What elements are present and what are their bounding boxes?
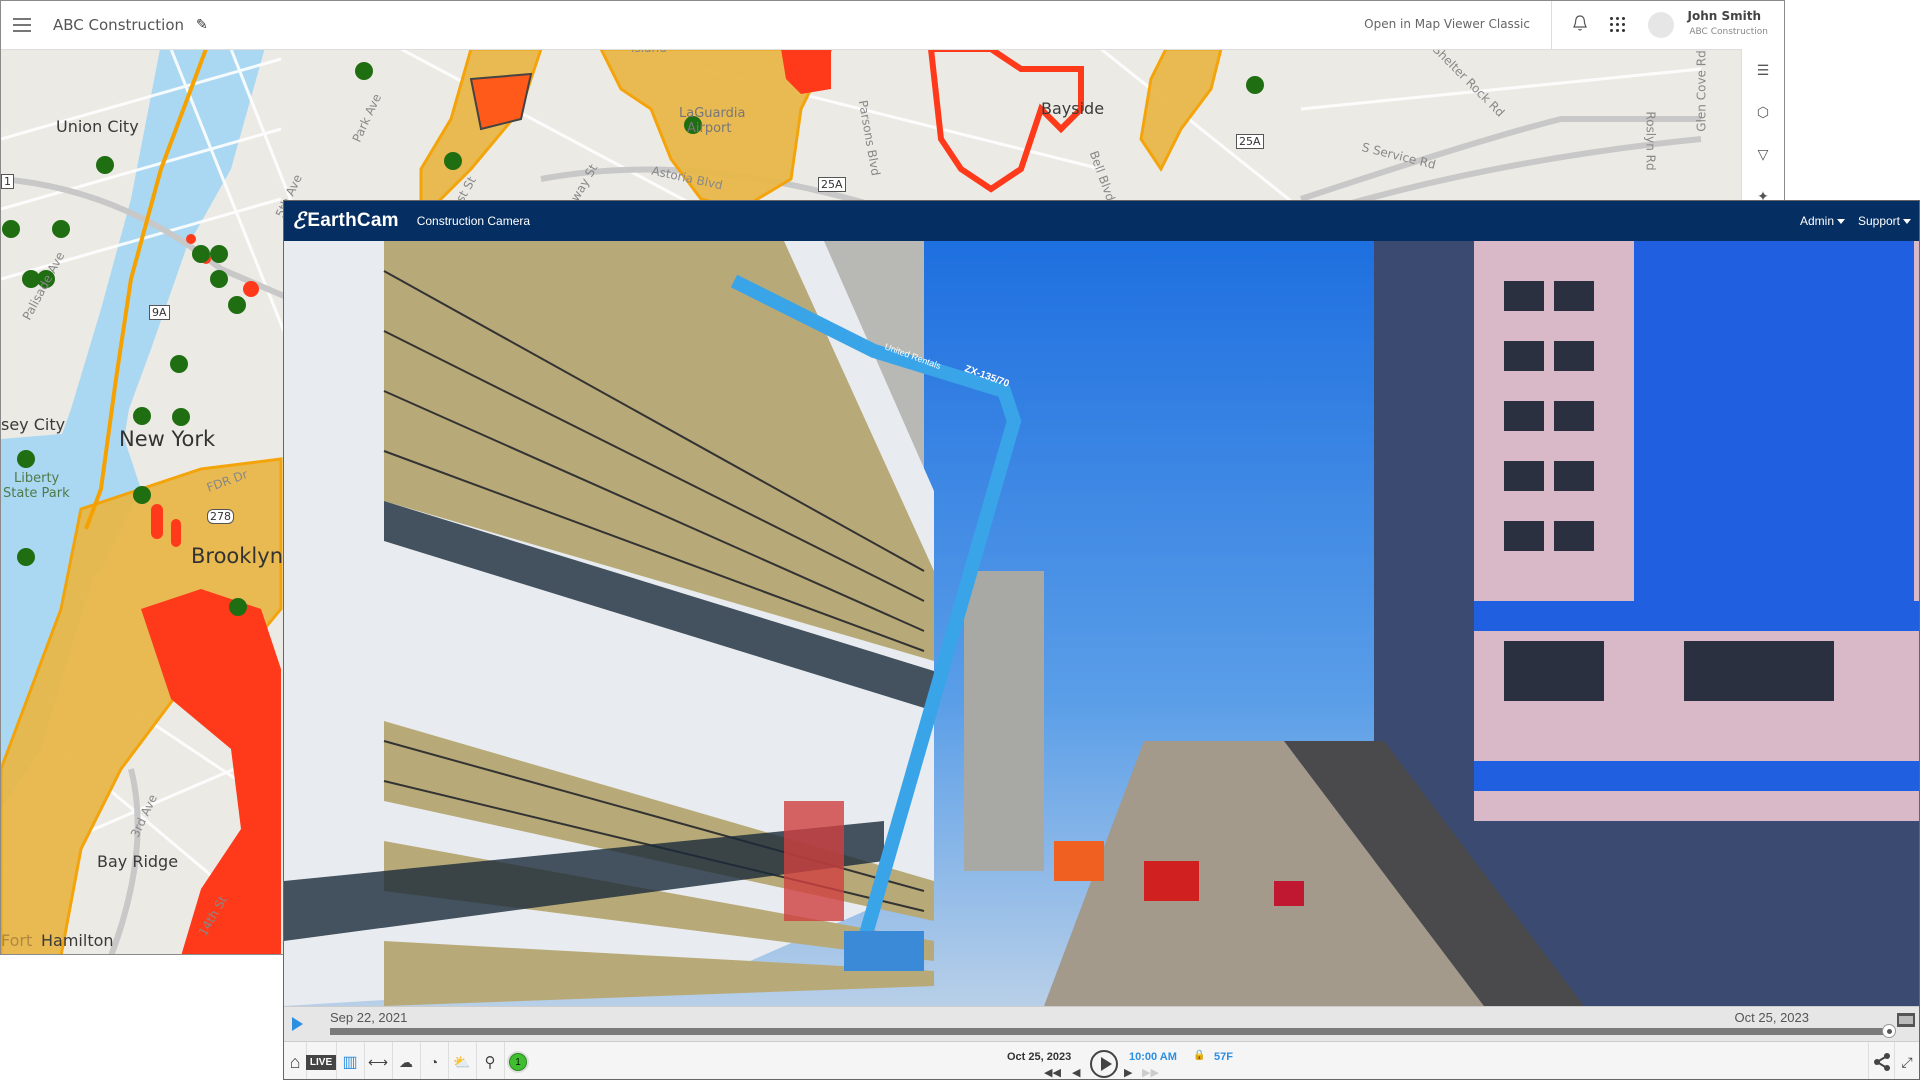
edit-pencil-icon[interactable]: ✎ — [196, 17, 208, 33]
panorama-button[interactable]: ⟷ — [364, 1042, 393, 1079]
weather-button[interactable]: ⛅ — [448, 1042, 477, 1079]
timeline-end-date: Oct 25, 2023 — [1734, 1010, 1809, 1025]
timeline-play-icon[interactable] — [292, 1017, 303, 1031]
home-icon: ⌂ — [289, 1051, 301, 1072]
map-label-state-park: State Park — [3, 486, 70, 501]
current-time: 10:00 AM — [1129, 1051, 1177, 1063]
construction-scene: United Rentals ZX-135/70 — [284, 241, 1919, 1006]
temperature: 57F — [1214, 1051, 1233, 1063]
earthcam-brand: EarthCam — [307, 210, 399, 231]
play-button[interactable] — [1090, 1050, 1118, 1078]
camera-count-button[interactable]: 1 — [504, 1042, 532, 1079]
earthcam-logo-icon: ℰ — [292, 208, 306, 234]
expand-icon: ⤢ — [1901, 1053, 1913, 1070]
lock-icon[interactable]: 🔒 — [1193, 1050, 1205, 1061]
location-button[interactable]: ⚲ — [476, 1042, 505, 1079]
user-org: ABC Construction — [1689, 27, 1768, 37]
timeline-start-date: Sep 22, 2021 — [330, 1010, 408, 1025]
scissor-lifts — [784, 801, 844, 921]
map-label-hamilton: Hamilton — [41, 931, 114, 950]
route-shield-25a: 25A — [1236, 134, 1264, 149]
map-label-union-city: Union City — [56, 117, 139, 136]
camera-toolbar: ⌂ LIVE ▥ ⟷ ☁ ◔ ⛅ ⚲ 1 Oct 25, 2023 10:00 … — [284, 1041, 1919, 1079]
speed-button[interactable]: ◔ — [420, 1042, 449, 1079]
home-button[interactable]: ⌂ — [284, 1042, 307, 1079]
map-label-brooklyn: Brooklyn — [191, 544, 284, 568]
properties-icon[interactable]: ☰ — [1742, 49, 1784, 91]
filmstrip-icon[interactable] — [1897, 1013, 1915, 1027]
weather-grid-button[interactable]: ☁ — [392, 1042, 421, 1079]
open-map-viewer-classic-link[interactable]: Open in Map Viewer Classic — [1364, 17, 1530, 31]
map-title: ABC Construction — [53, 16, 185, 34]
rewind-icon[interactable]: ◀◀ — [1044, 1066, 1061, 1079]
map-label-roslyn-rd: Roslyn Rd — [1643, 111, 1658, 171]
user-name: John Smith — [1687, 9, 1761, 23]
menu-icon[interactable] — [13, 18, 31, 32]
chevron-down-icon — [1903, 219, 1911, 225]
timeline-track[interactable] — [330, 1024, 1896, 1038]
filter-icon[interactable]: ▽ — [1742, 133, 1784, 175]
header-divider — [1551, 1, 1552, 49]
current-date: Oct 25, 2023 — [1007, 1051, 1072, 1063]
route-shield-25a-2: 25A — [818, 177, 846, 192]
chevron-down-icon — [1837, 219, 1845, 225]
live-label: LIVE — [305, 1054, 337, 1070]
camera-image[interactable]: United Rentals ZX-135/70 — [284, 241, 1919, 1006]
fast-forward-icon[interactable]: ▶▶ — [1142, 1066, 1159, 1079]
step-forward-icon[interactable]: ▶ — [1124, 1066, 1132, 1079]
concrete-core-2 — [964, 571, 1044, 871]
map-label-glen-cove-rd: Glen Cove Rd — [1694, 50, 1709, 132]
map-label-bay-ridge: Bay Ridge — [97, 852, 179, 871]
timelapse-button[interactable]: ▥ — [336, 1042, 365, 1079]
earthcam-logo[interactable]: ℰ EarthCam — [292, 208, 399, 234]
camera-count-badge: 1 — [509, 1053, 527, 1071]
styles-icon[interactable]: ⬡ — [1742, 91, 1784, 133]
fullscreen-button[interactable]: ⤢ — [1894, 1042, 1919, 1079]
share-icon — [1874, 1053, 1890, 1071]
map-label-airport: Airport — [687, 121, 732, 136]
map-label-liberty: Liberty — [14, 471, 60, 486]
orange-lift — [1054, 841, 1104, 881]
timeline-scrubber: Sep 22, 2021 Oct 25, 2023 — [284, 1006, 1919, 1042]
map-label-bayside: Bayside — [1041, 99, 1105, 118]
boom-lift-base — [844, 931, 924, 971]
user-avatar[interactable] — [1648, 12, 1674, 38]
gauge-icon: ◔ — [429, 1054, 439, 1070]
earthcam-header: ℰ EarthCam Construction Camera Admin Sup… — [284, 201, 1919, 241]
route-shield-1: 1 — [1, 174, 14, 189]
dumpster — [1144, 861, 1199, 901]
map-header: ABC Construction ✎ Open in Map Viewer Cl… — [1, 1, 1784, 50]
admin-menu[interactable]: Admin — [1800, 214, 1845, 228]
admin-menu-label: Admin — [1799, 214, 1834, 228]
map-label-laguardia: LaGuardia — [679, 106, 746, 121]
timeline-progress — [330, 1028, 1889, 1035]
notifications-bell-icon[interactable] — [1572, 14, 1588, 32]
map-label-new-york: New York — [119, 427, 216, 451]
timeline-handle[interactable] — [1882, 1024, 1896, 1038]
app-launcher-icon[interactable] — [1610, 17, 1626, 33]
live-button[interactable]: LIVE — [305, 1042, 337, 1079]
step-back-icon[interactable]: ◀ — [1072, 1066, 1080, 1079]
map-pin-icon: ⚲ — [484, 1054, 496, 1071]
share-button[interactable] — [1868, 1042, 1895, 1079]
earthcam-window: ℰ EarthCam Construction Camera Admin Sup… — [283, 200, 1920, 1080]
film-icon: ▥ — [342, 1054, 358, 1071]
map-label-jersey-city: sey City — [1, 415, 66, 434]
map-settings-toolbar: ☰ ⬡ ▽ ✦ — [1741, 49, 1784, 204]
weather-grid-icon: ☁ — [399, 1053, 413, 1070]
support-menu-label: Support — [1857, 214, 1900, 228]
route-shield-278: 278 — [207, 509, 234, 524]
route-shield-9a: 9A — [149, 305, 170, 320]
red-car — [1274, 881, 1304, 906]
camera-name: Construction Camera — [416, 214, 531, 228]
panorama-icon: ⟷ — [367, 1053, 389, 1070]
sun-cloud-icon: ⛅ — [453, 1053, 471, 1070]
support-menu[interactable]: Support — [1858, 214, 1911, 228]
map-label-fort: Fort — [1, 931, 33, 950]
